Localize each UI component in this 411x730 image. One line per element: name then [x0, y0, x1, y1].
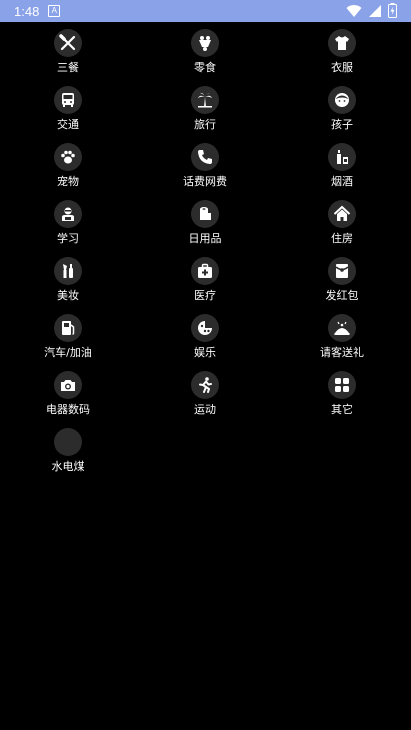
status-indicators	[346, 3, 397, 18]
running-icon	[199, 377, 212, 393]
gift-icon	[334, 321, 350, 335]
category-row: 水电煤	[0, 421, 411, 478]
phone-icon	[198, 150, 212, 164]
category-item-snacks[interactable]: 零食	[160, 22, 250, 79]
fuel-pump-icon	[62, 321, 75, 335]
category-label: 宠物	[57, 175, 79, 188]
notification-icon: A	[48, 5, 61, 17]
category-row: 学习 日用品 住房	[0, 193, 411, 250]
category-label: 运动	[194, 403, 216, 416]
category-item-tobacco-alcohol[interactable]: 烟酒	[297, 136, 387, 193]
category-label: 烟酒	[331, 175, 353, 188]
category-label: 日用品	[188, 232, 222, 245]
category-item-entertainment[interactable]: 娱乐	[160, 307, 250, 364]
category-item-meals[interactable]: 三餐	[23, 22, 113, 79]
category-row: 电器数码 运动 其它	[0, 364, 411, 421]
category-label: 话费网费	[183, 175, 227, 188]
category-item-red-envelope[interactable]: 发红包	[297, 250, 387, 307]
signal-icon	[369, 4, 381, 17]
category-row: 交通 旅行 孩子	[0, 79, 411, 136]
category-item-phone-internet[interactable]: 话费网费	[160, 136, 250, 193]
bus-icon	[62, 93, 74, 107]
game-icon	[198, 321, 212, 335]
child-icon	[335, 93, 349, 107]
camera-icon	[61, 380, 75, 391]
category-item-electronics[interactable]: 电器数码	[23, 364, 113, 421]
category-label: 请客送礼	[320, 346, 364, 359]
medical-kit-icon	[198, 263, 212, 278]
category-label: 交通	[57, 118, 79, 131]
grid-icon	[335, 378, 349, 392]
category-label: 住房	[331, 232, 353, 245]
category-label: 其它	[331, 403, 353, 416]
category-item-pets[interactable]: 宠物	[23, 136, 113, 193]
category-label: 汽车/加油	[44, 346, 92, 359]
category-label: 医疗	[194, 289, 216, 302]
category-item-car-fuel[interactable]: 汽车/加油	[23, 307, 113, 364]
student-icon	[62, 207, 74, 221]
toilet-paper-icon	[200, 207, 211, 220]
category-item-transport[interactable]: 交通	[23, 79, 113, 136]
status-time: 1:48	[14, 3, 40, 19]
cosmetics-icon	[63, 264, 73, 278]
category-item-kids[interactable]: 孩子	[297, 79, 387, 136]
category-item-clothes[interactable]: 衣服	[297, 22, 387, 79]
category-label: 发红包	[325, 289, 359, 302]
category-row: 三餐 零食 衣服	[0, 22, 411, 79]
red-envelope-icon	[335, 264, 349, 278]
bottle-icon	[337, 150, 348, 164]
category-item-utilities[interactable]: 水电煤	[23, 421, 113, 478]
palm-tree-icon	[198, 92, 212, 108]
category-label: 零食	[194, 61, 216, 74]
category-item-daily-goods[interactable]: 日用品	[160, 193, 250, 250]
snack-icon	[199, 36, 211, 51]
category-item-others[interactable]: 其它	[297, 364, 387, 421]
utensils-icon	[59, 34, 76, 51]
category-item-travel[interactable]: 旅行	[160, 79, 250, 136]
shirt-icon	[335, 36, 349, 50]
category-label: 孩子	[331, 118, 353, 131]
category-item-medical[interactable]: 医疗	[160, 250, 250, 307]
category-item-housing[interactable]: 住房	[297, 193, 387, 250]
category-item-hospitality-gifts[interactable]: 请客送礼	[297, 307, 387, 364]
blank-icon	[54, 428, 82, 456]
wifi-icon	[346, 4, 362, 17]
category-label: 电器数码	[46, 403, 90, 416]
category-label: 旅行	[194, 118, 216, 131]
category-row: 宠物 话费网费 烟酒	[0, 136, 411, 193]
category-label: 美妆	[57, 289, 79, 302]
category-label: 娱乐	[194, 346, 216, 359]
category-item-sports[interactable]: 运动	[160, 364, 250, 421]
paw-icon	[61, 150, 75, 164]
category-label: 衣服	[331, 61, 353, 74]
category-row: 美妆 医疗 发红包	[0, 250, 411, 307]
category-row: 汽车/加油 娱乐 请客送礼	[0, 307, 411, 364]
category-item-cosmetics[interactable]: 美妆	[23, 250, 113, 307]
category-label: 三餐	[57, 61, 79, 74]
category-item-study[interactable]: 学习	[23, 193, 113, 250]
category-label: 学习	[57, 232, 79, 245]
category-label: 水电煤	[51, 460, 85, 473]
house-icon	[333, 205, 351, 221]
category-grid: 三餐 零食 衣服 交通 旅行 孩子 宠物 话费网费 烟酒 学习 日用品 住房 美…	[0, 22, 411, 478]
battery-icon	[388, 3, 397, 18]
status-bar: 1:48 A	[0, 0, 411, 22]
